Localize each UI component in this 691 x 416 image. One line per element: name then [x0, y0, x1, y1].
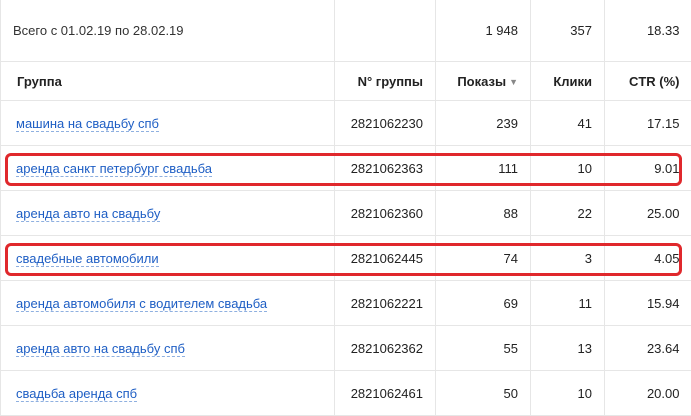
- group-cell: аренда санкт петербург свадьба: [0, 145, 335, 191]
- group-id: 2821062445: [334, 235, 436, 281]
- clicks-cell: 22: [530, 190, 605, 236]
- header-group-no[interactable]: N° группы: [334, 61, 436, 101]
- impressions-cell: 111: [435, 145, 531, 191]
- header-clicks[interactable]: Клики: [530, 61, 605, 101]
- sort-desc-icon: ▼: [509, 76, 518, 87]
- group-id: 2821062230: [334, 100, 436, 146]
- stats-table: Всего с 01.02.19 по 28.02.19 1 948 357 1…: [0, 0, 691, 416]
- impressions-cell: 88: [435, 190, 531, 236]
- impressions-cell: 239: [435, 100, 531, 146]
- table-row: свадебные автомобили 2821062445 74 3 4.0…: [0, 235, 691, 281]
- total-ctr: 18.33: [604, 0, 691, 62]
- table-row: аренда санкт петербург свадьба 282106236…: [0, 145, 691, 191]
- ctr-cell: 23.64: [604, 325, 691, 371]
- header-group[interactable]: Группа: [0, 61, 335, 101]
- clicks-cell: 41: [530, 100, 605, 146]
- group-link[interactable]: аренда авто на свадьбу спб: [16, 340, 185, 357]
- table-row: аренда авто на свадьбу спб 2821062362 55…: [0, 325, 691, 371]
- ctr-cell: 17.15: [604, 100, 691, 146]
- group-cell: аренда авто на свадьбу спб: [0, 325, 335, 371]
- group-cell: свадебные автомобили: [0, 235, 335, 281]
- group-id: 2821062221: [334, 280, 436, 326]
- header-impressions-label: Показы: [457, 73, 507, 89]
- group-id: 2821062363: [334, 145, 436, 191]
- clicks-cell: 13: [530, 325, 605, 371]
- group-link[interactable]: аренда авто на свадьбу: [16, 205, 161, 222]
- total-id-empty: [334, 0, 436, 62]
- group-cell: аренда автомобиля с водителем свадьба: [0, 280, 335, 326]
- group-link[interactable]: свадебные автомобили: [16, 250, 159, 267]
- impressions-cell: 55: [435, 325, 531, 371]
- impressions-cell: 69: [435, 280, 531, 326]
- impressions-cell: 74: [435, 235, 531, 281]
- clicks-cell: 3: [530, 235, 605, 281]
- header-impressions[interactable]: Показы ▼: [435, 61, 531, 101]
- total-label: Всего с 01.02.19 по 28.02.19: [0, 0, 335, 62]
- table-row: аренда авто на свадьбу 2821062360 88 22 …: [0, 190, 691, 236]
- clicks-cell: 11: [530, 280, 605, 326]
- total-clicks: 357: [530, 0, 605, 62]
- ctr-cell: 25.00: [604, 190, 691, 236]
- header-ctr[interactable]: CTR (%): [604, 61, 691, 101]
- table-row: свадьба аренда спб 2821062461 50 10 20.0…: [0, 370, 691, 416]
- group-id: 2821062362: [334, 325, 436, 371]
- ctr-cell: 15.94: [604, 280, 691, 326]
- total-impressions: 1 948: [435, 0, 531, 62]
- group-link[interactable]: свадьба аренда спб: [16, 385, 138, 402]
- clicks-cell: 10: [530, 370, 605, 416]
- group-id: 2821062360: [334, 190, 436, 236]
- total-row: Всего с 01.02.19 по 28.02.19 1 948 357 1…: [0, 0, 691, 62]
- table-row: аренда автомобиля с водителем свадьба 28…: [0, 280, 691, 326]
- group-id: 2821062461: [334, 370, 436, 416]
- group-cell: свадьба аренда спб: [0, 370, 335, 416]
- group-cell: аренда авто на свадьбу: [0, 190, 335, 236]
- ctr-cell: 20.00: [604, 370, 691, 416]
- ctr-cell: 4.05: [604, 235, 691, 281]
- group-link[interactable]: аренда санкт петербург свадьба: [16, 160, 213, 177]
- group-link[interactable]: аренда автомобиля с водителем свадьба: [16, 295, 268, 312]
- group-cell: машина на свадьбу спб: [0, 100, 335, 146]
- impressions-cell: 50: [435, 370, 531, 416]
- group-link[interactable]: машина на свадьбу спб: [16, 115, 160, 132]
- clicks-cell: 10: [530, 145, 605, 191]
- table-row: машина на свадьбу спб 2821062230 239 41 …: [0, 100, 691, 146]
- table-header: Группа N° группы Показы ▼ Клики CTR (%): [0, 61, 691, 101]
- ctr-cell: 9.01: [604, 145, 691, 191]
